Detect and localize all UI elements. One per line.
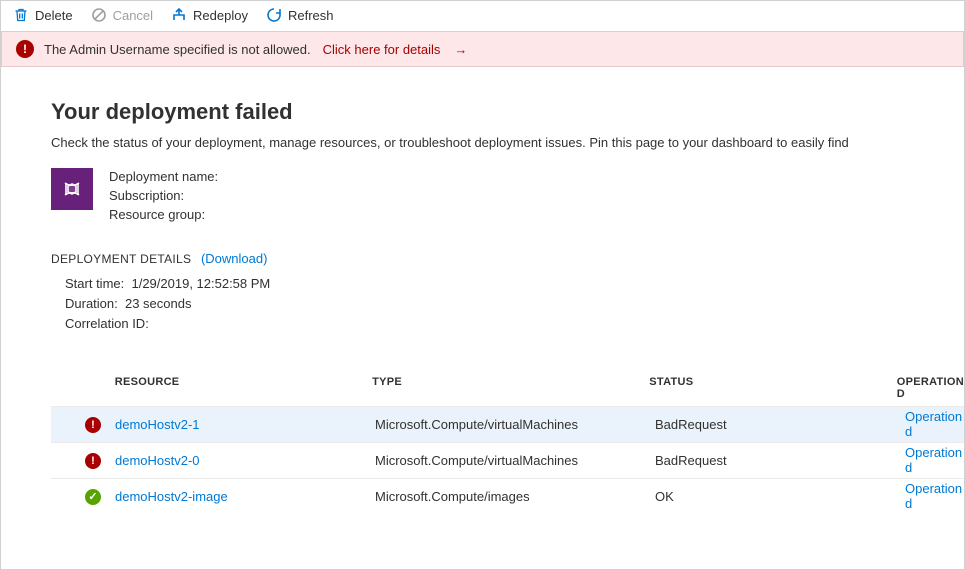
download-link[interactable]: (Download) <box>201 251 267 266</box>
page-title: Your deployment failed <box>51 99 964 125</box>
deployment-details: Start time: 1/29/2019, 12:52:58 PM Durat… <box>65 274 964 334</box>
operation-link[interactable]: Operation d <box>905 409 962 439</box>
table-row[interactable]: ! demoHostv2-0 Microsoft.Compute/virtual… <box>51 442 964 478</box>
page-subtitle: Check the status of your deployment, man… <box>51 135 964 150</box>
row-type: Microsoft.Compute/images <box>375 489 655 504</box>
table-row[interactable]: ✓ demoHostv2-image Microsoft.Compute/ima… <box>51 478 964 514</box>
banner-details-link[interactable]: Click here for details <box>323 42 441 57</box>
operation-link[interactable]: Operation d <box>905 481 962 511</box>
error-icon: ! <box>85 417 101 433</box>
duration-label: Duration: <box>65 296 118 311</box>
banner-text: The Admin Username specified is not allo… <box>44 42 311 57</box>
cancel-icon <box>91 7 107 23</box>
deployment-icon <box>51 168 93 210</box>
redeploy-icon <box>171 7 187 23</box>
deployment-details-header: DEPLOYMENT DETAILS (Download) <box>51 251 964 266</box>
row-status: BadRequest <box>655 453 905 468</box>
subscription-label: Subscription: <box>109 187 218 206</box>
duration-value: 23 seconds <box>125 296 192 311</box>
col-header-operation: OPERATION D <box>897 376 964 400</box>
redeploy-button[interactable]: Redeploy <box>171 7 248 23</box>
resources-table: RESOURCE TYPE STATUS OPERATION D ! demoH… <box>51 370 964 514</box>
cancel-button: Cancel <box>91 7 153 23</box>
cancel-label: Cancel <box>113 8 153 23</box>
error-icon: ! <box>16 40 34 58</box>
col-header-type: TYPE <box>372 376 649 400</box>
redeploy-label: Redeploy <box>193 8 248 23</box>
table-row[interactable]: ! demoHostv2-1 Microsoft.Compute/virtual… <box>51 406 964 442</box>
col-header-status: STATUS <box>649 376 896 400</box>
deployment-name-label: Deployment name: <box>109 168 218 187</box>
error-icon: ! <box>85 453 101 469</box>
details-section-label: DEPLOYMENT DETAILS <box>51 252 191 266</box>
refresh-label: Refresh <box>288 8 334 23</box>
deployment-meta: Deployment name: Subscription: Resource … <box>109 168 218 225</box>
error-banner: ! The Admin Username specified is not al… <box>1 31 964 67</box>
table-header: RESOURCE TYPE STATUS OPERATION D <box>51 370 964 406</box>
row-status: OK <box>655 489 905 504</box>
main-content: Your deployment failed Check the status … <box>1 67 964 514</box>
trash-icon <box>13 7 29 23</box>
start-time-label: Start time: <box>65 276 124 291</box>
arrow-right-icon: → <box>454 42 467 57</box>
refresh-button[interactable]: Refresh <box>266 7 334 23</box>
col-header-resource: RESOURCE <box>115 376 372 400</box>
command-bar: Delete Cancel Redeploy Refresh <box>1 1 964 31</box>
operation-link[interactable]: Operation d <box>905 445 962 475</box>
row-type: Microsoft.Compute/virtualMachines <box>375 453 655 468</box>
delete-button[interactable]: Delete <box>13 7 73 23</box>
correlation-id-label: Correlation ID: <box>65 316 149 331</box>
success-icon: ✓ <box>85 489 101 505</box>
start-time-value: 1/29/2019, 12:52:58 PM <box>131 276 270 291</box>
row-status: BadRequest <box>655 417 905 432</box>
deployment-summary: Deployment name: Subscription: Resource … <box>51 168 964 225</box>
resource-link[interactable]: demoHostv2-image <box>115 489 228 504</box>
refresh-icon <box>266 7 282 23</box>
resource-link[interactable]: demoHostv2-0 <box>115 453 200 468</box>
row-type: Microsoft.Compute/virtualMachines <box>375 417 655 432</box>
resource-link[interactable]: demoHostv2-1 <box>115 417 200 432</box>
delete-label: Delete <box>35 8 73 23</box>
resource-group-label: Resource group: <box>109 206 218 225</box>
